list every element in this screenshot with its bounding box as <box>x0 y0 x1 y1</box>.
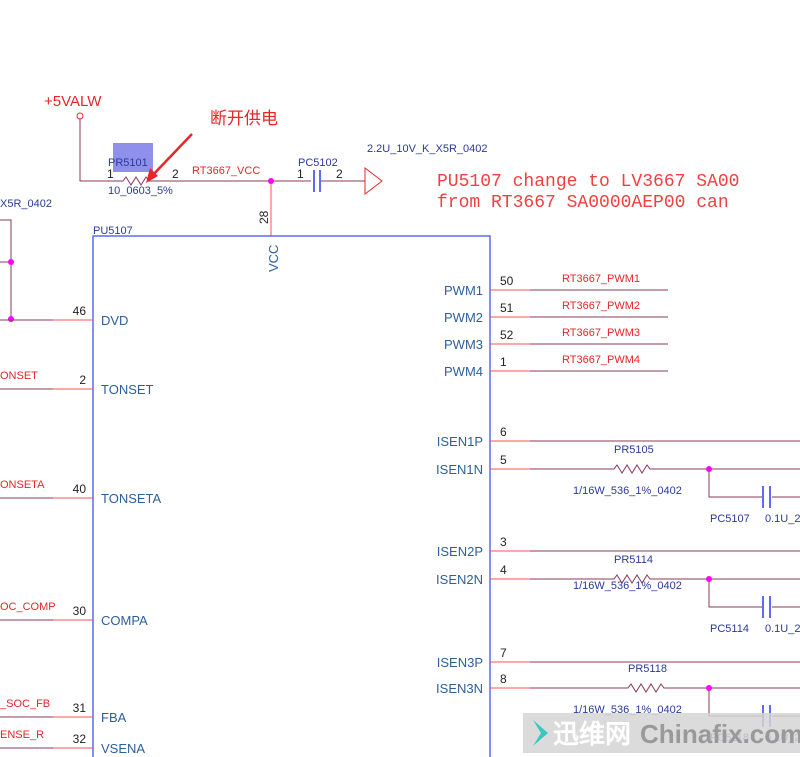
capacitor-value: 0.1U_2 <box>765 623 800 635</box>
junction-dot <box>8 316 14 322</box>
pin-number: 1 <box>107 167 114 181</box>
pin-name: VSENA <box>101 741 145 756</box>
pc5102-ref: PC5102 <box>298 157 338 169</box>
pin-number: 2 <box>336 167 343 181</box>
pin-number: 5 <box>500 453 507 467</box>
pin-name: ISEN1N <box>436 462 483 477</box>
junction-dot <box>8 259 14 265</box>
pin-name: TONSET <box>101 382 154 397</box>
pin-name: COMPA <box>101 613 148 628</box>
pin-name: ISEN1P <box>437 434 483 449</box>
net-label: ENSE_R <box>0 729 44 741</box>
net-label: ONSETA <box>0 479 45 491</box>
net-label: RT3667_PWM3 <box>562 327 640 339</box>
vcc-pin-name: VCC <box>266 245 281 272</box>
junction-dot <box>706 466 712 472</box>
pin-name: PWM1 <box>444 283 483 298</box>
pin-name: ISEN2P <box>437 544 483 559</box>
vcc-pin-number: 28 <box>257 210 271 224</box>
power-label: +5VALW <box>44 93 102 110</box>
chip-ref: PU5107 <box>93 225 133 237</box>
schematic: +5VALW PR5101 10_0603_5% 1 2 RT3667_VCC … <box>0 93 800 757</box>
net-label: ONSET <box>0 370 38 382</box>
annotation-text: 断开供电 <box>210 109 278 128</box>
pin-name: ISEN3P <box>437 655 483 670</box>
net-label: OC_COMP <box>0 601 56 613</box>
pin-number: 31 <box>73 701 87 715</box>
resistor <box>530 683 800 693</box>
resistor-value: 1/16W_536_1%_0402 <box>573 485 682 497</box>
net-label: RT3667_PWM1 <box>562 273 640 285</box>
capacitor <box>762 486 771 508</box>
net-label: RT3667_PWM2 <box>562 300 640 312</box>
pin-number: 46 <box>73 304 87 318</box>
pin-name: TONSETA <box>101 491 162 506</box>
wire-left-network <box>0 219 12 320</box>
ground-arrow-icon <box>364 166 383 196</box>
resistor-ref: PR5114 <box>614 554 653 566</box>
annotation-arrow <box>149 133 193 179</box>
pin-number: 52 <box>500 328 514 342</box>
pr5101-value: 10_0603_5% <box>108 185 173 197</box>
pin-number: 7 <box>500 646 507 660</box>
pin-number: 6 <box>500 425 507 439</box>
watermark-cn: 迅维网 <box>553 719 631 749</box>
junction-dot <box>268 178 274 184</box>
pin-name: DVD <box>101 313 128 328</box>
junction-dot <box>706 576 712 582</box>
pin-name: FBA <box>101 710 127 725</box>
pin-name: PWM2 <box>444 310 483 325</box>
pin-number: 32 <box>73 732 87 746</box>
power-terminal <box>76 112 84 120</box>
pin-number: 2 <box>79 373 86 387</box>
pin-name: PWM3 <box>444 337 483 352</box>
cap-wire <box>708 579 800 608</box>
net-label-vcc: RT3667_VCC <box>192 165 260 177</box>
pin-number: 2 <box>172 167 179 181</box>
junction-dot <box>706 685 712 691</box>
resistor <box>530 464 800 474</box>
pin-number: 4 <box>500 563 507 577</box>
net-label: RT3667_PWM4 <box>562 354 640 366</box>
left-cap-value: X5R_0402 <box>0 198 52 210</box>
pin-number: 8 <box>500 672 507 686</box>
pr5101-ref: PR5101 <box>108 157 148 169</box>
pin-number: 3 <box>500 535 507 549</box>
pc5102-value: 2.2U_10V_K_X5R_0402 <box>367 143 487 155</box>
pin-number: 30 <box>73 604 87 618</box>
cap-wire <box>708 469 800 498</box>
capacitor <box>762 596 771 618</box>
pin-number: 51 <box>500 301 514 315</box>
pin-number: 1 <box>297 167 304 181</box>
capacitor-ref: PC5114 <box>710 623 749 635</box>
resistor-ref: PR5118 <box>628 663 667 675</box>
pin-number: 1 <box>500 355 507 369</box>
cap-wire <box>708 688 800 717</box>
pin-name: ISEN3N <box>436 681 483 696</box>
note-line-1: PU5107 change to LV3667 SA00 <box>437 172 739 192</box>
resistor-value: 1/16W_536_1%_0402 <box>573 580 682 592</box>
net-label: _SOC_FB <box>0 698 50 710</box>
pin-number: 40 <box>73 482 87 496</box>
pin-name: PWM4 <box>444 364 483 379</box>
resistor-ref: PR5105 <box>614 444 654 456</box>
watermark-en: Chinafix.com <box>640 719 800 749</box>
capacitor-value: 0.1U_2 <box>765 513 800 525</box>
pin-name: ISEN2N <box>436 572 483 587</box>
pin-number: 50 <box>500 274 514 288</box>
note-line-2: from RT3667 SA0000AEP00 can <box>437 193 729 213</box>
capacitor-ref: PC5107 <box>710 513 750 525</box>
